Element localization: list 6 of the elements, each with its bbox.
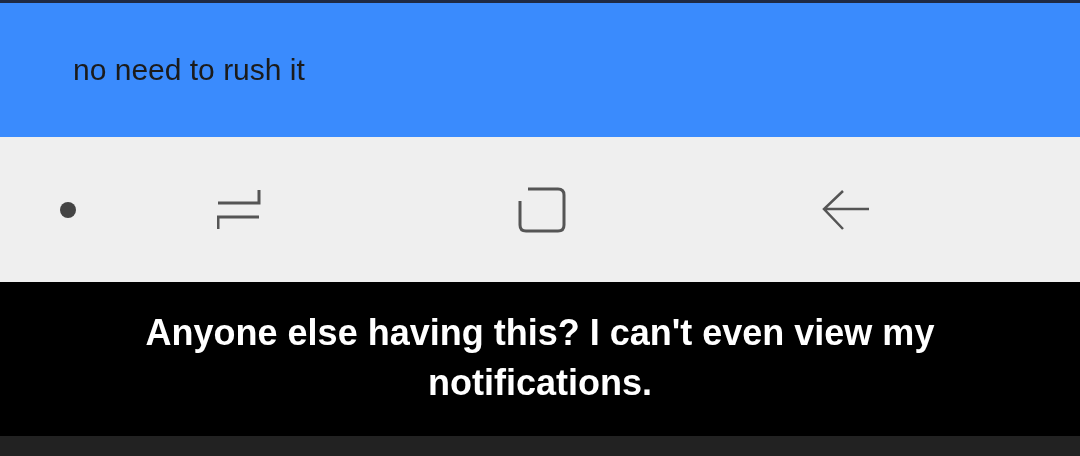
dot-icon[interactable] xyxy=(60,201,76,218)
back-icon[interactable] xyxy=(822,188,870,231)
home-icon[interactable] xyxy=(518,186,566,233)
recents-icon[interactable] xyxy=(217,188,261,231)
caption-text: Anyone else having this? I can't even view my notifications. xyxy=(0,282,1080,436)
message-text: no need to rush it xyxy=(73,53,305,87)
